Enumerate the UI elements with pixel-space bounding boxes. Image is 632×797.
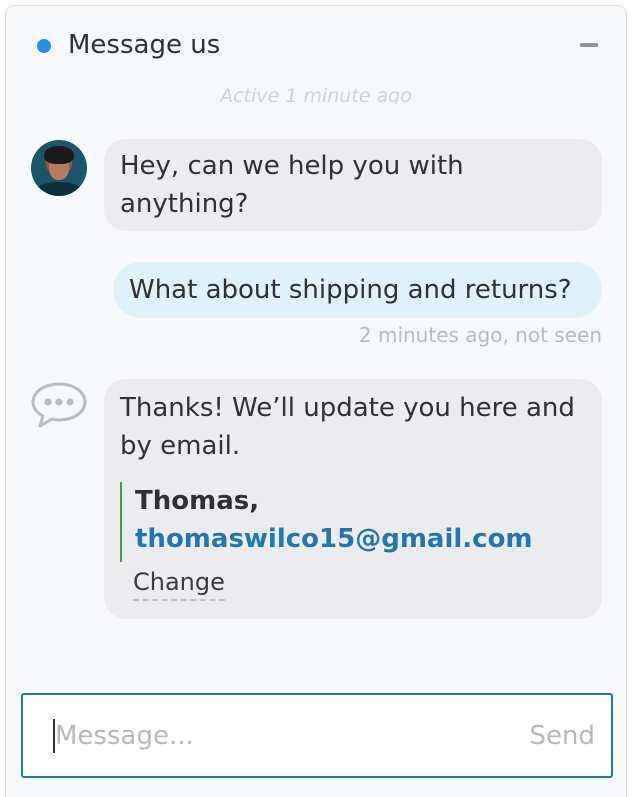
- confirmation-message-text: Thanks! We’ll update you here and by ema…: [120, 393, 575, 461]
- online-status-dot: [37, 39, 51, 53]
- contact-details: Thomas, thomaswilco15@gmail.com: [120, 482, 580, 562]
- user-message-bubble: What about shipping and returns?: [113, 262, 602, 318]
- active-status-text: Active 1 minute ago: [220, 85, 412, 104]
- agent-message-text: Hey, can we help you with anything?: [120, 151, 464, 219]
- chat-header: Message us: [6, 6, 626, 86]
- agent-avatar: [31, 140, 87, 196]
- agent-message-bubble: Hey, can we help you with anything?: [104, 139, 602, 231]
- message-input[interactable]: [55, 713, 475, 759]
- chat-widget: Message us Active 1 minute ago Hey, can …: [5, 5, 627, 797]
- message-seen-status: 2 minutes ago, not seen: [358, 323, 602, 347]
- contact-email: thomaswilco15@gmail.com: [135, 524, 533, 554]
- confirmation-message-bubble: Thanks! We’ll update you here and by ema…: [104, 379, 602, 619]
- message-composer: Send: [21, 693, 613, 778]
- contact-name: Thomas,: [135, 486, 260, 516]
- change-contact-link[interactable]: Change: [133, 567, 225, 601]
- chat-bubble-icon: [31, 382, 87, 428]
- user-message-text: What about shipping and returns?: [129, 275, 572, 305]
- minus-icon[interactable]: [580, 43, 598, 47]
- send-button[interactable]: Send: [503, 717, 595, 755]
- chat-title: Message us: [68, 30, 221, 60]
